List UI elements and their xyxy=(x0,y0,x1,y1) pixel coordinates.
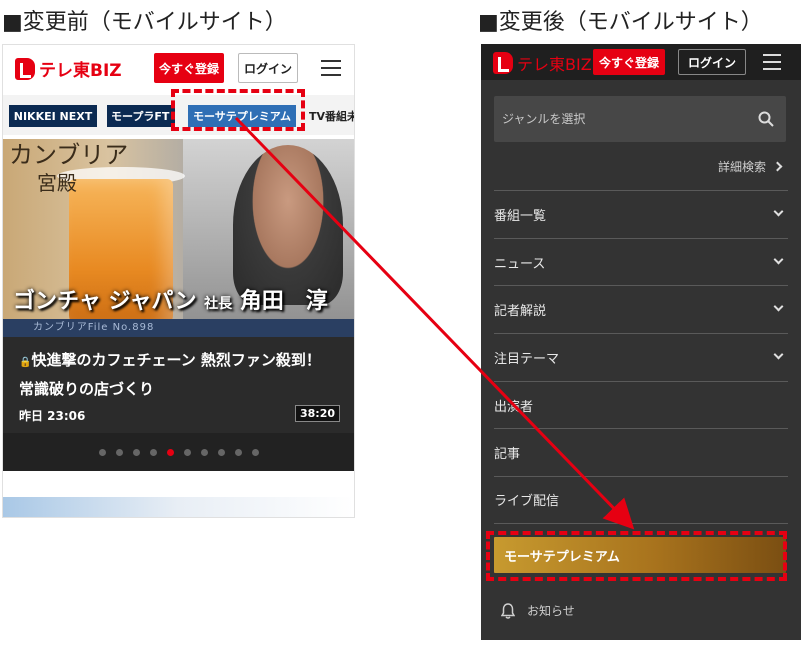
video-card[interactable]: 🔒快進撃のカフェチェーン 熱烈ファン殺到！常識破りの店づくり 昨日 23:06 … xyxy=(3,337,354,433)
menu-item-news[interactable]: ニュース xyxy=(494,237,788,286)
bell-icon xyxy=(501,602,515,619)
carousel-dot[interactable] xyxy=(200,448,208,456)
nav-menu: 番組一覧 ニュース 記者解説 注目テーマ 出演者 記事 ライブ配信 xyxy=(494,190,788,524)
site-header: テレ東BIZ 今すぐ登録 ログイン xyxy=(3,45,354,91)
ad-banner[interactable] xyxy=(3,497,354,517)
detail-search-link[interactable]: 詳細検索 xyxy=(717,158,783,175)
after-caption: ■変更後（モバイルサイト） xyxy=(478,10,763,35)
menu-item-featured-themes[interactable]: 注目テーマ xyxy=(494,333,788,381)
menu-item-articles[interactable]: 記事 xyxy=(494,428,788,476)
hero-thumbnail[interactable]: カンブリア 宮殿 ゴンチャ ジャパン 社長 角田 淳 カンブリアFile No.… xyxy=(3,139,354,337)
menu-item-label: 注目テーマ xyxy=(494,351,560,367)
carousel-indicators xyxy=(3,433,354,471)
menu-item-label: 記者解説 xyxy=(494,304,547,320)
site-logo[interactable]: テレ東BIZ xyxy=(493,51,592,75)
mosa-premium-button[interactable]: モーサテプレミアム xyxy=(494,537,786,573)
category-tabs: NIKKEI NEXT モープラFT モーサテプレミアム TV番組未 xyxy=(3,95,354,135)
menu-item-label: 出演者 xyxy=(494,399,534,415)
guest-role: 社長 xyxy=(204,296,233,312)
notice-label: お知らせ xyxy=(527,604,575,618)
guest-company: ゴンチャ ジャパン xyxy=(13,289,197,314)
chevron-down-icon xyxy=(773,254,784,265)
menu-icon[interactable] xyxy=(763,54,781,70)
video-title-text: 快進撃のカフェチェーン 熱烈ファン殺到！常識破りの店づくり xyxy=(19,351,321,398)
chevron-down-icon xyxy=(773,349,784,360)
menu-item-reporter-analysis[interactable]: 記者解説 xyxy=(494,285,788,333)
lock-icon: 🔒 xyxy=(19,357,32,368)
tv-tokyo-logo-icon xyxy=(15,57,35,80)
carousel-dot[interactable] xyxy=(251,448,259,456)
tab-nikkei-next[interactable]: NIKKEI NEXT xyxy=(9,105,97,127)
video-duration: 38:20 xyxy=(294,405,340,422)
menu-item-label: 番組一覧 xyxy=(494,208,547,224)
register-button[interactable]: 今すぐ登録 xyxy=(154,53,224,83)
tab-mopura-ft[interactable]: モープラFT xyxy=(107,105,175,127)
series-title-line2: 宮殿 xyxy=(37,171,77,195)
search-icon[interactable] xyxy=(758,111,774,127)
login-button[interactable]: ログイン xyxy=(238,53,298,83)
menu-item-label: ライブ配信 xyxy=(494,494,560,510)
after-mobile-screen: テレ東BIZ 今すぐ登録 ログイン 詳細検索 番組一覧 ニュース 記者解説 注目… xyxy=(481,44,801,640)
tab-tv-programs[interactable]: TV番組未 xyxy=(309,105,354,127)
menu-icon[interactable] xyxy=(321,60,341,76)
menu-item-programs[interactable]: 番組一覧 xyxy=(494,190,788,238)
site-logo[interactable]: テレ東BIZ xyxy=(15,56,122,81)
register-button[interactable]: 今すぐ登録 xyxy=(593,49,665,75)
detail-search-label: 詳細検索 xyxy=(717,160,766,174)
guest-name: 角田 淳 xyxy=(239,289,328,314)
carousel-dot[interactable] xyxy=(115,448,123,456)
video-date: 昨日 23:06 xyxy=(19,409,86,423)
chevron-down-icon xyxy=(773,301,784,312)
tv-tokyo-logo-icon xyxy=(493,52,513,74)
chevron-down-icon xyxy=(773,206,784,217)
carousel-dot[interactable] xyxy=(149,448,157,456)
carousel-dot[interactable] xyxy=(98,448,106,456)
guest-photo xyxy=(233,145,343,305)
carousel-dot[interactable] xyxy=(166,448,174,456)
video-title: 🔒快進撃のカフェチェーン 熱烈ファン殺到！常識破りの店づくり xyxy=(19,347,329,402)
hero-strip: カンブリアFile No.898 xyxy=(3,319,354,337)
before-caption: ■変更前（モバイルサイト） xyxy=(2,10,287,35)
tab-mosa-premium[interactable]: モーサテプレミアム xyxy=(188,105,296,127)
menu-item-label: 記事 xyxy=(494,447,521,463)
guest-caption: ゴンチャ ジャパン 社長 角田 淳 xyxy=(13,283,328,315)
carousel-dot[interactable] xyxy=(132,448,140,456)
menu-item-performers[interactable]: 出演者 xyxy=(494,380,788,429)
menu-item-live[interactable]: ライブ配信 xyxy=(494,476,788,524)
menu-item-label: ニュース xyxy=(494,256,546,272)
before-mobile-screen: テレ東BIZ 今すぐ登録 ログイン NIKKEI NEXT モープラFT モーサ… xyxy=(2,44,355,518)
carousel-dot[interactable] xyxy=(234,448,242,456)
carousel-dot[interactable] xyxy=(183,448,191,456)
notice-link[interactable]: お知らせ xyxy=(501,602,575,619)
series-title-line1: カンブリア xyxy=(9,141,129,169)
login-button[interactable]: ログイン xyxy=(678,49,746,75)
site-logo-text: テレ東BIZ xyxy=(39,61,122,81)
genre-input[interactable] xyxy=(494,96,744,142)
genre-select[interactable] xyxy=(494,96,786,142)
carousel-dot[interactable] xyxy=(217,448,225,456)
chevron-right-icon xyxy=(772,161,783,172)
site-logo-text: テレ東BIZ xyxy=(517,55,592,74)
site-header-dark: テレ東BIZ 今すぐ登録 ログイン xyxy=(481,44,801,80)
